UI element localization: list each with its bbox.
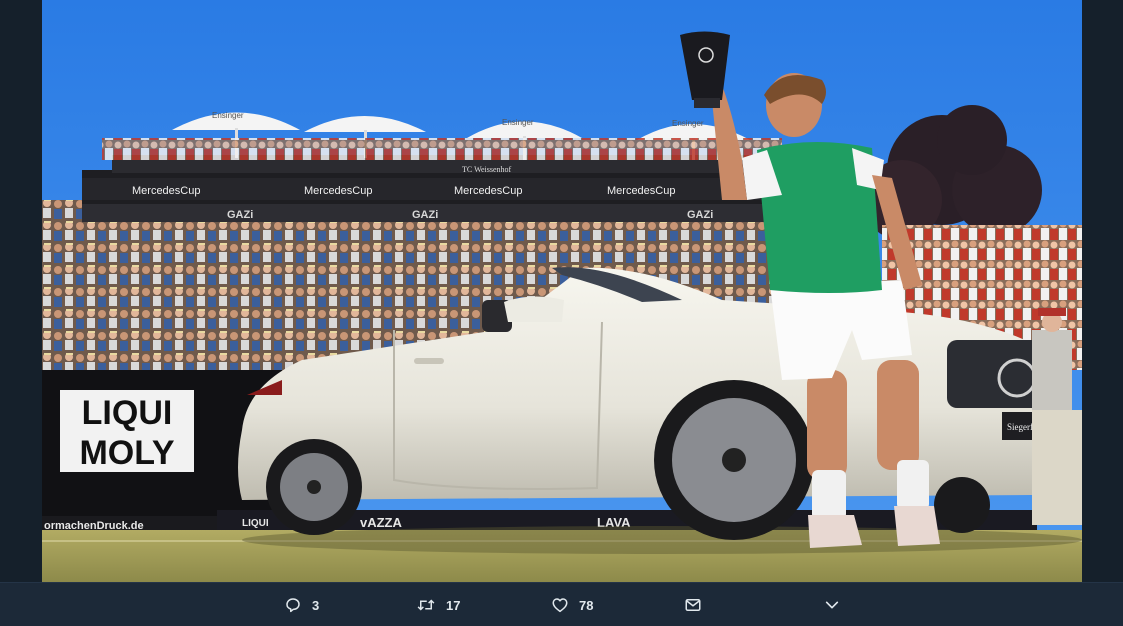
- chevron-down-icon: [824, 597, 840, 613]
- more-options-button[interactable]: [824, 583, 840, 626]
- direct-message-button[interactable]: [684, 583, 702, 626]
- banner-text: MercedesCup: [454, 185, 522, 197]
- banner-text: GAZi: [227, 209, 253, 221]
- like-button[interactable]: 78: [551, 583, 593, 626]
- reply-icon: [284, 596, 302, 614]
- photo-scene: Ensinger Ensinger Ensinger MercedesCup M…: [42, 0, 1082, 582]
- banner-text: MercedesCup: [607, 185, 675, 197]
- envelope-icon: [684, 596, 702, 614]
- board-text: vAZZA: [360, 515, 403, 530]
- club-text: TC Weissenhof: [462, 165, 512, 174]
- umbrella-label: Ensinger: [502, 118, 534, 127]
- liqui-moly-text: MOLY: [79, 434, 174, 472]
- like-count: 78: [579, 597, 594, 613]
- retweet-count: 17: [446, 597, 461, 613]
- banner-text: GAZi: [687, 209, 713, 221]
- tweet-action-bar: 3 17 78: [0, 582, 1123, 626]
- reply-count: 3: [312, 597, 320, 613]
- banner-text: GAZi: [412, 209, 438, 221]
- tweet-photo[interactable]: Ensinger Ensinger Ensinger MercedesCup M…: [42, 0, 1082, 582]
- banner-text: MercedesCup: [304, 185, 372, 197]
- media-viewer: Ensinger Ensinger Ensinger MercedesCup M…: [0, 0, 1123, 626]
- reply-button[interactable]: 3: [284, 583, 319, 626]
- retweet-button[interactable]: 17: [416, 583, 460, 626]
- banner-text: MercedesCup: [132, 185, 200, 197]
- board-text: LIQUI: [242, 518, 269, 529]
- umbrella-label: Ensinger: [672, 119, 704, 128]
- umbrella-label: Ensinger: [212, 111, 244, 120]
- heart-icon: [551, 596, 569, 614]
- liqui-moly-text: LIQUI: [82, 394, 173, 432]
- retweet-icon: [416, 596, 436, 614]
